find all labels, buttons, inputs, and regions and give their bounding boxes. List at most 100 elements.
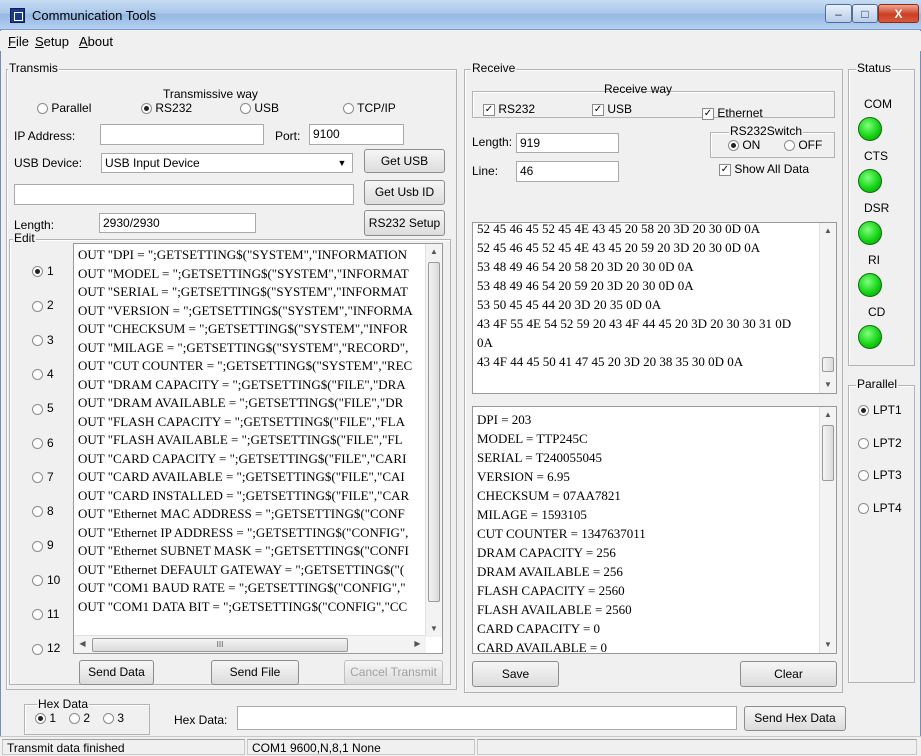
edit-slot-8-radio[interactable]: 8: [32, 504, 54, 518]
edit-textarea[interactable]: OUT "DPI = ";GETSETTING$("SYSTEM","INFOR…: [73, 243, 443, 654]
rs232-off-radio[interactable]: OFF: [784, 138, 822, 152]
way-tcpip-radio[interactable]: TCP/IP: [343, 101, 396, 115]
transmis-group-label: Transmis: [8, 61, 59, 75]
hex-option-2-radio[interactable]: 2: [69, 711, 90, 725]
hex-line: 53 48 49 46 54 20 59 20 3D 20 30 0D 0A: [477, 278, 694, 293]
receive-rs232-checkbox[interactable]: ✓ RS232: [483, 102, 535, 116]
scroll-thumb[interactable]: [428, 262, 440, 602]
edit-slot-2-radio[interactable]: 2: [32, 298, 54, 312]
parallel-lpt4-radio[interactable]: LPT4: [858, 501, 902, 515]
usb-device-value: USB Input Device: [105, 156, 200, 170]
edit-horizontal-scrollbar[interactable]: ◀ III ▶: [74, 635, 426, 653]
edit-slot-10-radio[interactable]: 10: [32, 573, 60, 587]
cancel-transmit-button[interactable]: Cancel Transmit: [344, 660, 443, 685]
edit-line: OUT "Ethernet SUBNET MASK = ";GETSETTING…: [78, 543, 409, 558]
scroll-thumb[interactable]: [822, 357, 834, 372]
send-hex-data-button[interactable]: Send Hex Data: [744, 706, 846, 731]
text-line: MODEL = TTP245C: [477, 431, 588, 446]
hex-vertical-scrollbar[interactable]: ▲ ▼: [819, 223, 836, 393]
scroll-up-icon[interactable]: ▲: [820, 223, 836, 239]
edit-slot-11-radio[interactable]: 11: [32, 607, 59, 621]
status-port-info: COM1 9600,N,8,1 None: [247, 739, 475, 755]
edit-slot-6-radio[interactable]: 6: [32, 436, 54, 450]
minimize-button[interactable]: –: [825, 4, 852, 23]
edit-slot-12-radio[interactable]: 12: [32, 641, 60, 655]
edit-slot-label: 3: [47, 332, 54, 347]
close-button[interactable]: X: [878, 4, 919, 23]
show-all-data-checkbox[interactable]: ✓ Show All Data: [719, 162, 809, 176]
menu-setup[interactable]: Setup: [35, 34, 69, 49]
scroll-down-icon[interactable]: ▼: [820, 377, 836, 393]
receive-way-label: Receive way: [604, 82, 673, 96]
text-line: CUT COUNTER = 1347637011: [477, 526, 646, 541]
edit-line: OUT "FLASH CAPACITY = ";GETSETTING$("FIL…: [78, 413, 405, 429]
edit-line: OUT "DRAM AVAILABLE = ";GETSETTING$("FIL…: [78, 395, 404, 410]
scroll-down-icon[interactable]: ▼: [426, 621, 442, 637]
text-line: SERIAL = T240055045: [477, 450, 603, 465]
hex-line: 43 4F 55 4E 54 52 59 20 43 4F 44 45 20 3…: [477, 316, 792, 331]
edit-slot-1-radio[interactable]: 1: [32, 264, 54, 278]
status-com-label: COM: [864, 97, 892, 111]
usb-device-select[interactable]: USB Input Device ▼: [101, 153, 353, 173]
text-line: CARD AVAILABLE = 0: [477, 640, 608, 654]
hex-line: 52 45 46 45 52 45 4E 43 45 20 59 20 3D 2…: [477, 240, 761, 255]
receive-ethernet-checkbox[interactable]: ✓ Ethernet: [702, 106, 763, 120]
radio-indicator: [32, 609, 43, 621]
scroll-up-icon[interactable]: ▲: [820, 407, 836, 423]
parallel-lpt1-radio[interactable]: LPT1: [858, 403, 902, 417]
menu-file[interactable]: File: [8, 34, 29, 49]
receive-usb-checkbox[interactable]: ✓ USB: [592, 102, 632, 116]
port-input[interactable]: 9100: [309, 124, 404, 145]
scroll-up-icon[interactable]: ▲: [426, 244, 442, 260]
clear-button[interactable]: Clear: [740, 661, 837, 687]
edit-line: OUT "MILAGE = ";GETSETTING$("SYSTEM","RE…: [78, 339, 409, 355]
scroll-down-icon[interactable]: ▼: [820, 637, 836, 653]
ip-address-input[interactable]: [100, 124, 264, 145]
receive-line-field: 46: [516, 161, 619, 182]
rs232-switch-label: RS232Switch: [729, 124, 804, 138]
scroll-thumb[interactable]: [822, 425, 834, 481]
receive-hex-textarea[interactable]: 52 45 46 45 52 45 4E 43 45 20 58 20 3D 2…: [472, 222, 837, 394]
way-parallel-radio[interactable]: Parallel: [37, 101, 91, 115]
edit-slot-5-radio[interactable]: 5: [32, 401, 54, 415]
usb-id-input[interactable]: [14, 184, 354, 205]
send-data-button[interactable]: Send Data: [79, 660, 154, 685]
parallel-lpt3-radio[interactable]: LPT3: [858, 468, 902, 482]
text-line: VERSION = 6.95: [477, 469, 570, 484]
hscroll-thumb[interactable]: III: [92, 638, 348, 652]
text-line: FLASH AVAILABLE = 2560: [477, 602, 632, 617]
hex-option-3-radio[interactable]: 3: [103, 711, 124, 725]
maximize-button[interactable]: □: [852, 4, 878, 23]
text-vertical-scrollbar[interactable]: ▲ ▼: [819, 407, 836, 653]
hex-option-1-radio[interactable]: 1: [35, 711, 56, 725]
edit-slot-4-radio[interactable]: 4: [32, 367, 54, 381]
rs232-on-radio[interactable]: ON: [728, 138, 760, 152]
status-empty-panel: [477, 739, 917, 755]
get-usb-id-button[interactable]: Get Usb ID: [364, 180, 445, 205]
edit-slot-9-radio[interactable]: 9: [32, 538, 54, 552]
send-file-button[interactable]: Send File: [211, 660, 299, 685]
edit-line: OUT "COM1 BAUD RATE = ";GETSETTING$("CON…: [78, 580, 406, 595]
status-bar: Transmit data finished COM1 9600,N,8,1 N…: [0, 736, 921, 756]
receive-line-label: Line:: [472, 164, 499, 178]
hex-line: 52 45 46 45 52 45 4E 43 45 20 58 20 3D 2…: [477, 222, 761, 236]
edit-vertical-scrollbar[interactable]: ▲ ▼: [425, 244, 442, 637]
hex-data-input[interactable]: [237, 706, 737, 730]
scroll-right-icon[interactable]: ▶: [409, 636, 426, 652]
ip-address-label: IP Address:: [14, 129, 76, 143]
chevron-down-icon[interactable]: ▼: [334, 155, 350, 171]
parallel-port-label: LPT3: [873, 468, 902, 482]
receive-text-textarea[interactable]: DPI = 203 MODEL = TTP245C SERIAL = T240055…: [472, 406, 837, 654]
edit-slot-3-radio[interactable]: 3: [32, 333, 54, 347]
rs232-setup-button[interactable]: RS232 Setup: [364, 210, 445, 236]
parallel-lpt2-radio[interactable]: LPT2: [858, 436, 902, 450]
radio-indicator: [32, 334, 43, 346]
save-button[interactable]: Save: [472, 661, 559, 687]
status-dsr-label: DSR: [864, 201, 890, 215]
edit-slot-7-radio[interactable]: 7: [32, 470, 54, 484]
way-usb-radio[interactable]: USB: [240, 101, 279, 115]
get-usb-button[interactable]: Get USB: [364, 149, 445, 173]
menu-about[interactable]: About: [79, 34, 113, 49]
way-rs232-radio[interactable]: RS232: [141, 101, 192, 115]
scroll-left-icon[interactable]: ◀: [74, 636, 91, 652]
